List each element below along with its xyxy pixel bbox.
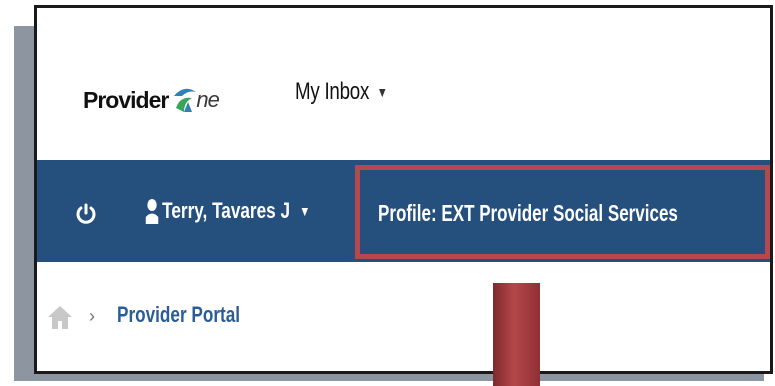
user-menu[interactable]: Terry, Tavares J ▼ [145,198,310,224]
profile-selector[interactable]: Profile: EXT Provider Social Services [355,165,770,259]
screenshot-frame: Provider ne My Inbox ▼ Terry, Tavares J … [34,5,773,374]
logo-swoosh-icon [170,82,200,118]
inbox-label: My Inbox [295,78,370,105]
breadcrumb: › Provider Portal [37,262,770,371]
user-name: Terry, Tavares J [162,198,290,223]
provider-one-logo[interactable]: Provider ne [83,80,243,120]
breadcrumb-separator: › [89,306,95,326]
profile-label: Profile: EXT Provider Social Services [378,200,678,226]
chevron-down-icon: ▼ [376,84,388,100]
callout-arrow [493,283,540,386]
user-icon [145,198,159,224]
top-header: Provider ne My Inbox ▼ [37,8,770,160]
home-icon[interactable] [47,304,73,330]
logo-text: Provider [83,86,169,113]
power-icon[interactable] [75,203,97,225]
my-inbox-menu[interactable]: My Inbox ▼ [295,78,388,106]
chevron-down-icon: ▼ [299,203,311,219]
top-nav-bar: Terry, Tavares J ▼ Profile: EXT Provider… [37,160,770,262]
breadcrumb-provider-portal[interactable]: Provider Portal [117,302,240,328]
